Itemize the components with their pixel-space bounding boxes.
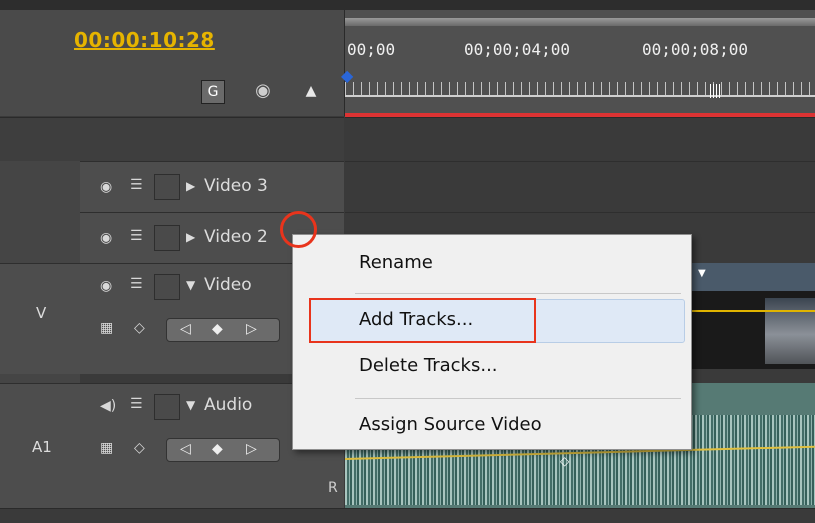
lock-toggle[interactable]: [154, 394, 180, 420]
lock-toggle[interactable]: [154, 274, 180, 300]
track-lane-video-3[interactable]: [345, 161, 815, 212]
current-timecode[interactable]: 00:00:10:28: [74, 28, 215, 52]
playhead-icon[interactable]: ◆: [341, 66, 353, 85]
track-name-video-1: Video: [204, 275, 252, 295]
ruler-baseline: [345, 95, 815, 97]
next-keyframe-icon[interactable]: ▷: [246, 441, 257, 457]
menu-item-rename[interactable]: Rename: [359, 252, 433, 273]
volume-keyframe-icon[interactable]: ◇: [560, 454, 569, 468]
marker-icon[interactable]: ◉: [252, 80, 274, 102]
waveform-style-icon[interactable]: ▦: [100, 440, 113, 456]
menu-separator: [355, 398, 681, 399]
ruler-ticks: [345, 82, 815, 96]
lock-toggle[interactable]: [154, 174, 180, 200]
ruler-label-4s: 00;00;04;00: [464, 40, 570, 59]
right-channel-label: R: [328, 480, 338, 496]
add-keyframe-icon[interactable]: ◆: [212, 321, 223, 337]
show-keyframes-icon[interactable]: ◇: [134, 440, 145, 456]
ruler-label-0: 00;00: [347, 40, 396, 59]
prev-keyframe-icon[interactable]: ◁: [180, 441, 191, 457]
video-thumbnail: [765, 298, 815, 364]
next-keyframe-icon[interactable]: ▷: [246, 321, 257, 337]
menu-separator: [355, 293, 681, 294]
track-name-audio-1: Audio: [204, 395, 253, 415]
zoom-scroll-bar[interactable]: [345, 18, 815, 26]
video-clip-header[interactable]: [690, 263, 815, 291]
film-icon[interactable]: ☰: [130, 177, 143, 193]
keyframe-icon[interactable]: ▲: [300, 80, 322, 102]
track-header-video-3[interactable]: ◉ ☰ ▶ Video 3: [80, 161, 344, 212]
track-side-label-v: V: [36, 304, 47, 322]
display-style-icon[interactable]: ▦: [100, 320, 113, 336]
timecode-panel: [0, 10, 345, 116]
film-icon[interactable]: ☰: [130, 228, 143, 244]
expand-arrow-icon[interactable]: ▶: [186, 179, 195, 193]
prev-keyframe-icon[interactable]: ◁: [180, 321, 191, 337]
track-name-video-2: Video 2: [204, 227, 268, 247]
expand-arrow-icon[interactable]: ▶: [186, 230, 195, 244]
track-header-spacer: [0, 117, 344, 162]
timeline-bottom-strip: [0, 508, 815, 523]
opacity-line[interactable]: [690, 310, 815, 312]
clip-menu-icon[interactable]: ▼: [698, 268, 706, 279]
ruler-label-8s: 00;00;08;00: [642, 40, 748, 59]
current-time-indicator[interactable]: [710, 84, 720, 98]
eye-icon[interactable]: ◉: [100, 179, 112, 195]
track-side-label-a1: A1: [32, 438, 52, 456]
menu-item-assign-source-video[interactable]: Assign Source Video: [359, 414, 542, 435]
menu-item-delete-tracks[interactable]: Delete Tracks...: [359, 355, 498, 376]
eye-icon[interactable]: ◉: [100, 230, 112, 246]
track-label-v: V: [0, 263, 80, 374]
track-area-spacer: [345, 117, 815, 162]
track-name-video-3: Video 3: [204, 176, 268, 196]
film-icon[interactable]: ☰: [130, 276, 143, 292]
lock-toggle[interactable]: [154, 225, 180, 251]
add-keyframe-icon[interactable]: ◆: [212, 441, 223, 457]
snap-icon[interactable]: G: [201, 80, 225, 104]
film-icon[interactable]: ☰: [130, 396, 143, 412]
track-label-a1: A1: [0, 383, 80, 509]
annotation-click-circle: [280, 211, 317, 248]
annotation-highlight-box: [309, 298, 536, 343]
collapse-arrow-icon[interactable]: ▼: [186, 398, 195, 412]
speaker-icon[interactable]: ◀): [100, 398, 116, 414]
show-keyframes-icon[interactable]: ◇: [134, 320, 145, 336]
collapse-arrow-icon[interactable]: ▼: [186, 278, 195, 292]
eye-icon[interactable]: ◉: [100, 278, 112, 294]
